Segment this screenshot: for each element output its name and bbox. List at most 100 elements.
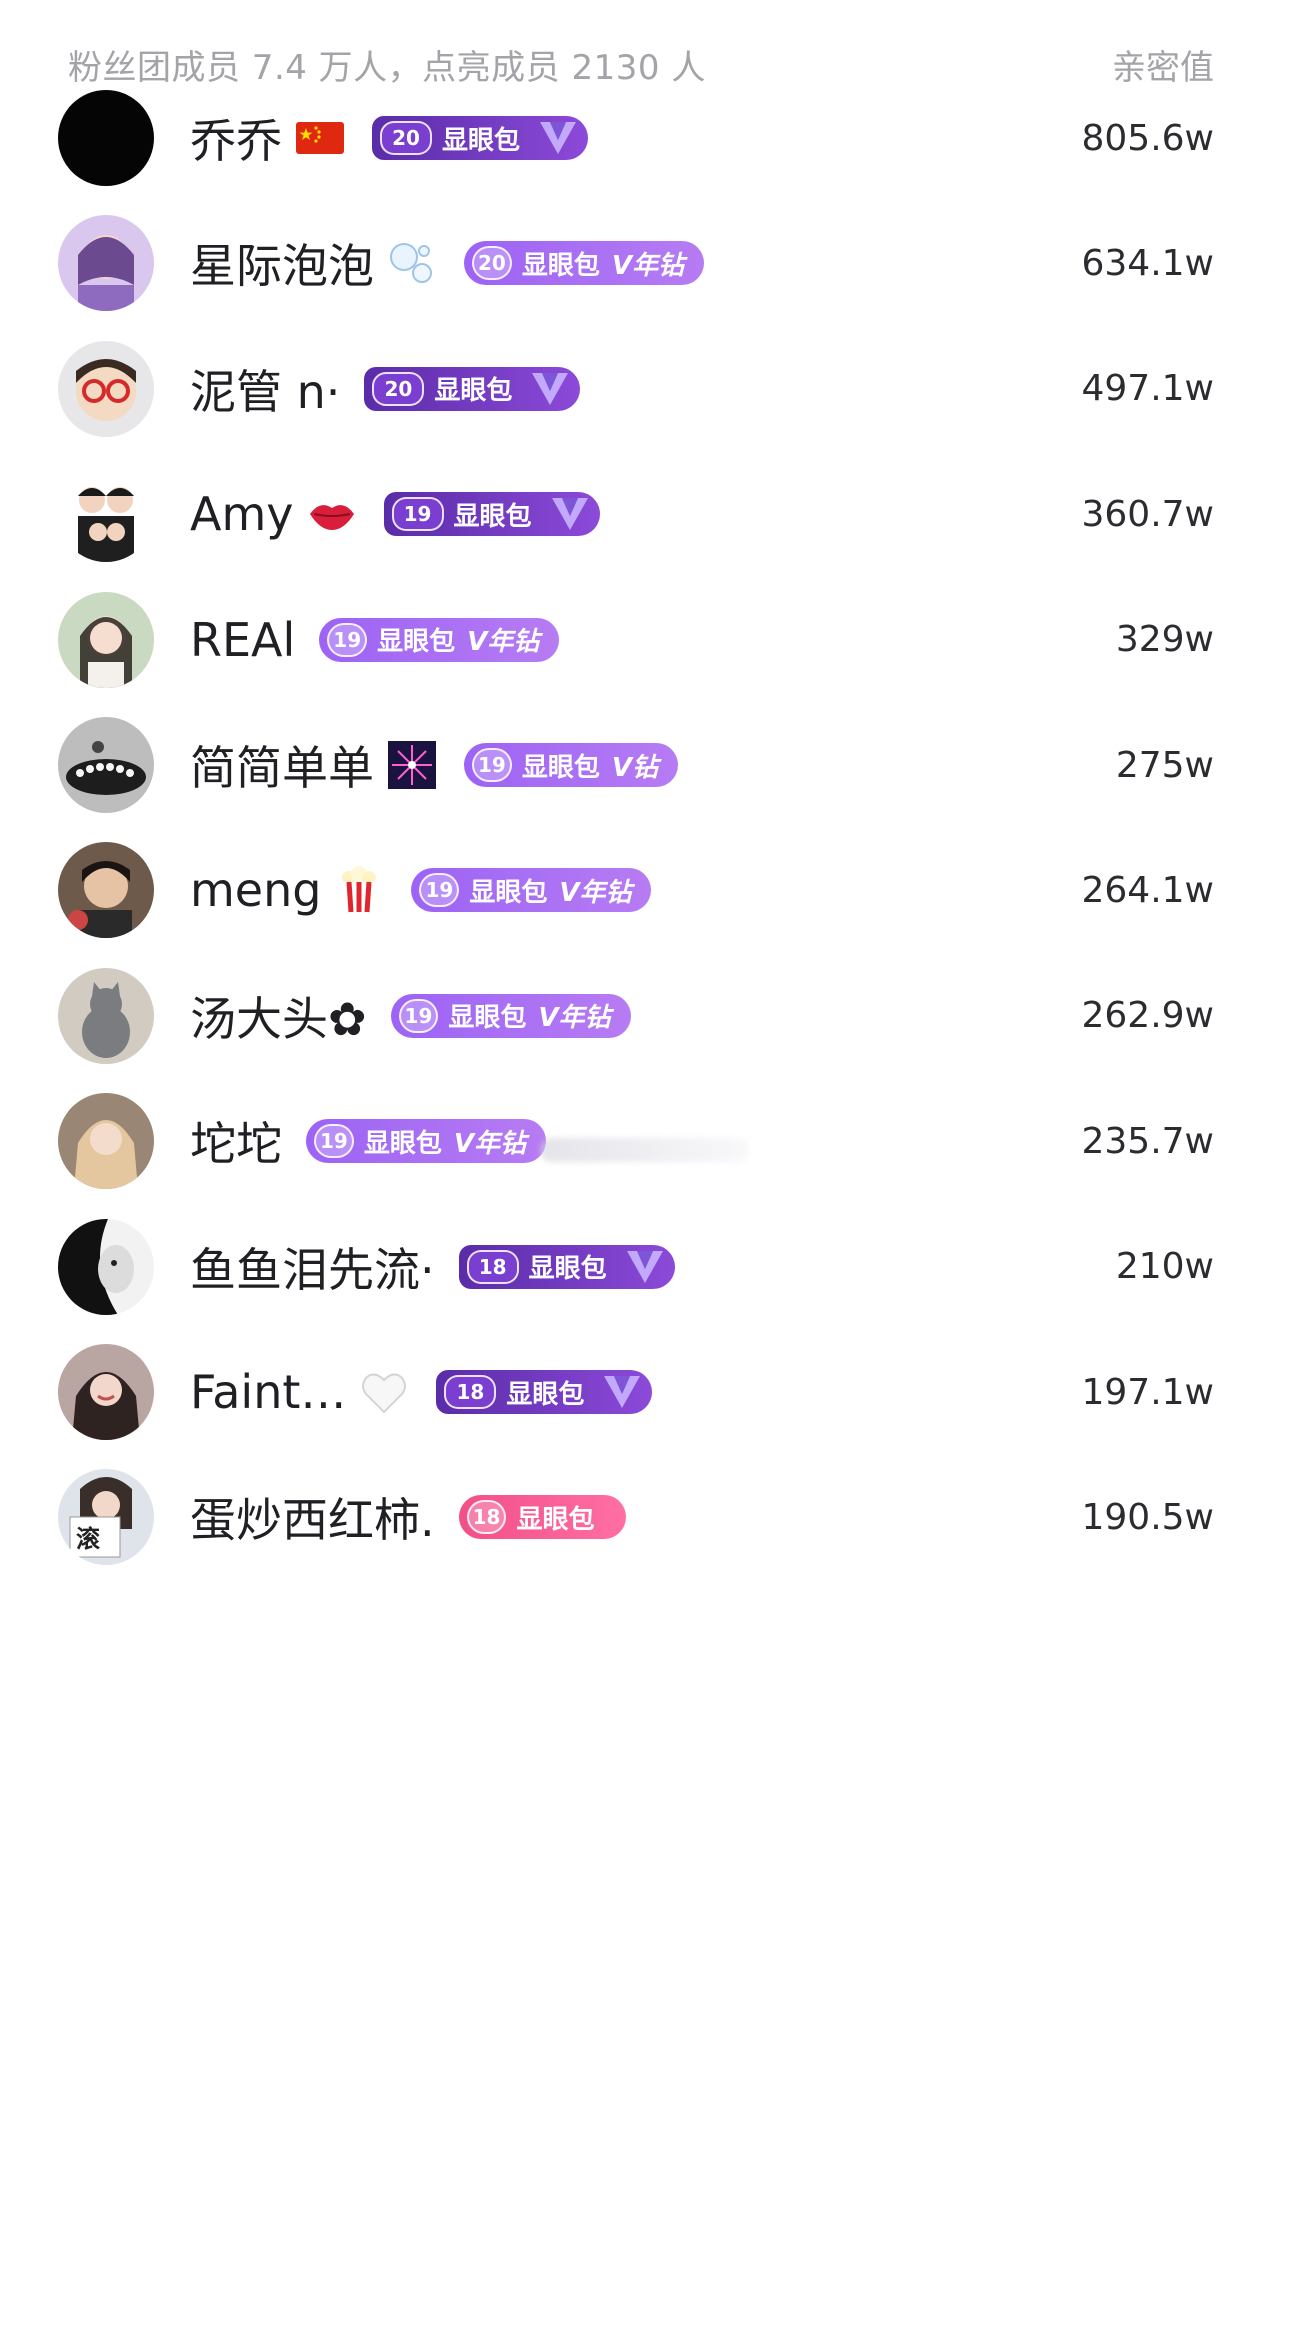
badge-label: 显眼包 bbox=[377, 627, 456, 658]
member-name[interactable]: Faint… bbox=[190, 1365, 346, 1419]
avatar[interactable]: 滚 bbox=[58, 1469, 154, 1566]
badge-level: 20 bbox=[372, 371, 425, 406]
white-heart-icon bbox=[356, 1364, 412, 1420]
vip-tag: V年钻 bbox=[453, 1128, 526, 1159]
member-identity: Amy 19 显眼包 bbox=[190, 444, 600, 584]
intimacy-score: 497.1w bbox=[1081, 368, 1214, 410]
badge-level: 20 bbox=[472, 246, 512, 281]
intimacy-score: 262.9w bbox=[1081, 995, 1214, 1037]
member-identity: 星际泡泡 20 显眼包 V年钻 bbox=[190, 193, 704, 333]
fan-club-badge[interactable]: 19 显眼包 V年钻 bbox=[411, 868, 652, 913]
badge-label: 显眼包 bbox=[453, 501, 532, 532]
badge-label: 显眼包 bbox=[521, 250, 600, 281]
v-wing-icon bbox=[548, 494, 592, 534]
v-wing-icon bbox=[600, 1372, 644, 1412]
member-identity: meng 19 显眼包 V年钻 bbox=[190, 820, 652, 960]
badge-label: 显眼包 bbox=[516, 1504, 595, 1535]
intimacy-score: 805.6w bbox=[1081, 117, 1214, 159]
badge-label: 显眼包 bbox=[528, 1254, 607, 1285]
intimacy-score: 264.1w bbox=[1081, 869, 1214, 911]
intimacy-score: 235.7w bbox=[1081, 1120, 1214, 1162]
badge-level: 19 bbox=[419, 873, 460, 908]
fan-member-row[interactable]: meng 19 显眼包 V年钻 264.1w bbox=[0, 820, 1290, 960]
fan-club-badge[interactable]: 19 显眼包 V年钻 bbox=[390, 993, 631, 1038]
fan-member-row[interactable]: 鱼鱼泪先流· 18 显眼包 210w bbox=[0, 1197, 1290, 1337]
member-identity: 汤大头✿ 19 显眼包 V年钻 bbox=[190, 946, 631, 1086]
fan-club-badge[interactable]: 20 显眼包 V年钻 bbox=[464, 241, 704, 286]
fan-club-badge[interactable]: 18 显眼包 bbox=[458, 1495, 627, 1540]
fan-club-badge[interactable]: 19 显眼包 bbox=[383, 492, 600, 537]
fan-member-row[interactable]: 简简单单 19 显眼包 V钻 275w bbox=[0, 695, 1290, 835]
fan-club-badge[interactable]: 19 显眼包 V钻 bbox=[464, 743, 678, 787]
intimacy-score: 329w bbox=[1115, 619, 1214, 661]
member-identity: 鱼鱼泪先流· 18 显眼包 bbox=[190, 1197, 675, 1337]
avatar[interactable] bbox=[58, 1218, 154, 1315]
avatar[interactable] bbox=[58, 466, 154, 563]
member-name[interactable]: 星际泡泡 bbox=[190, 230, 374, 296]
member-name[interactable]: Amy bbox=[190, 487, 294, 541]
member-name[interactable]: meng bbox=[190, 863, 321, 917]
avatar-sign-text: 滚 bbox=[76, 1525, 100, 1554]
member-name[interactable]: 简简单单 bbox=[190, 732, 374, 798]
fan-club-badge[interactable]: 19 显眼包 V年钻 bbox=[319, 617, 560, 662]
member-name[interactable]: 汤大头✿ bbox=[190, 983, 367, 1049]
blurred-overlay bbox=[540, 1138, 750, 1162]
fan-member-row[interactable]: REAl 19 显眼包 V年钻 329w bbox=[0, 570, 1290, 710]
fan-member-row[interactable]: 泥管 n· 20 显眼包 497.1w bbox=[0, 319, 1290, 459]
bubbles-icon bbox=[384, 235, 440, 291]
member-identity: 简简单单 19 显眼包 V钻 bbox=[190, 695, 678, 835]
member-name[interactable]: 坨坨 bbox=[190, 1108, 282, 1174]
vip-tag: V年钻 bbox=[538, 1003, 611, 1034]
badge-level: 18 bbox=[444, 1375, 497, 1409]
fan-club-badge[interactable]: 20 显眼包 bbox=[372, 116, 589, 160]
fan-member-row[interactable]: 汤大头✿ 19 显眼包 V年钻 262.9w bbox=[0, 946, 1290, 1086]
member-identity: REAl 19 显眼包 V年钻 bbox=[190, 570, 560, 710]
badge-level: 20 bbox=[380, 121, 432, 155]
intimacy-score: 275w bbox=[1115, 744, 1214, 786]
member-name[interactable]: REAl bbox=[190, 613, 295, 667]
avatar[interactable] bbox=[58, 717, 154, 813]
badge-label: 显眼包 bbox=[469, 877, 548, 908]
badge-level: 19 bbox=[472, 748, 512, 782]
fan-club-badge[interactable]: 18 显眼包 bbox=[436, 1370, 653, 1414]
fan-member-row[interactable]: Amy 19 显眼包 360.7w bbox=[0, 444, 1290, 584]
badge-level: 19 bbox=[398, 998, 439, 1033]
lips-icon bbox=[304, 486, 360, 542]
member-identity: 泥管 n· 20 显眼包 bbox=[190, 319, 581, 459]
fan-member-row[interactable]: 星际泡泡 20 显眼包 V年钻 634.1w bbox=[0, 193, 1290, 333]
fan-club-badge[interactable]: 20 显眼包 bbox=[364, 366, 581, 411]
avatar[interactable] bbox=[58, 842, 154, 939]
badge-level: 19 bbox=[314, 1124, 354, 1159]
member-identity: 坨坨 19 显眼包 V年钻 bbox=[190, 1071, 546, 1211]
member-name[interactable]: 鱼鱼泪先流· bbox=[190, 1234, 435, 1300]
v-wing-icon bbox=[536, 118, 580, 158]
vip-tag: V年钻 bbox=[559, 877, 632, 908]
avatar[interactable] bbox=[58, 340, 154, 437]
avatar[interactable] bbox=[58, 1093, 154, 1190]
vip-tag: V年钻 bbox=[467, 627, 540, 658]
avatar[interactable] bbox=[58, 215, 154, 312]
member-identity: 蛋炒西红柿. 18 显眼包 bbox=[190, 1447, 627, 1587]
v-wing-icon bbox=[528, 369, 572, 409]
intimacy-score: 360.7w bbox=[1081, 493, 1214, 535]
intimacy-score: 210w bbox=[1115, 1246, 1214, 1288]
avatar[interactable] bbox=[58, 1344, 154, 1440]
fan-member-row[interactable]: Faint… 18 显眼包 197.1w bbox=[0, 1322, 1290, 1462]
member-identity: 乔乔 20 显眼包 bbox=[190, 68, 589, 208]
badge-label: 显眼包 bbox=[506, 1379, 585, 1410]
member-name[interactable]: 泥管 n· bbox=[190, 356, 340, 422]
avatar[interactable] bbox=[58, 967, 154, 1064]
member-name[interactable]: 蛋炒西红柿. bbox=[190, 1484, 435, 1550]
badge-level: 19 bbox=[391, 497, 444, 532]
badge-level: 18 bbox=[466, 1249, 519, 1284]
fan-member-row[interactable]: 乔乔 20 显眼包 805.6w bbox=[0, 68, 1290, 208]
badge-label: 显眼包 bbox=[521, 752, 600, 783]
badge-label: 显眼包 bbox=[448, 1003, 527, 1034]
intimacy-score: 197.1w bbox=[1081, 1371, 1214, 1413]
fan-club-badge[interactable]: 19 显眼包 V年钻 bbox=[306, 1119, 546, 1164]
fan-member-row[interactable]: 滚 蛋炒西红柿. 18 显眼包 190.5w bbox=[0, 1447, 1290, 1587]
avatar[interactable] bbox=[58, 591, 154, 688]
member-name[interactable]: 乔乔 bbox=[190, 105, 282, 171]
fan-club-badge[interactable]: 18 显眼包 bbox=[458, 1244, 675, 1289]
avatar[interactable] bbox=[58, 90, 154, 186]
